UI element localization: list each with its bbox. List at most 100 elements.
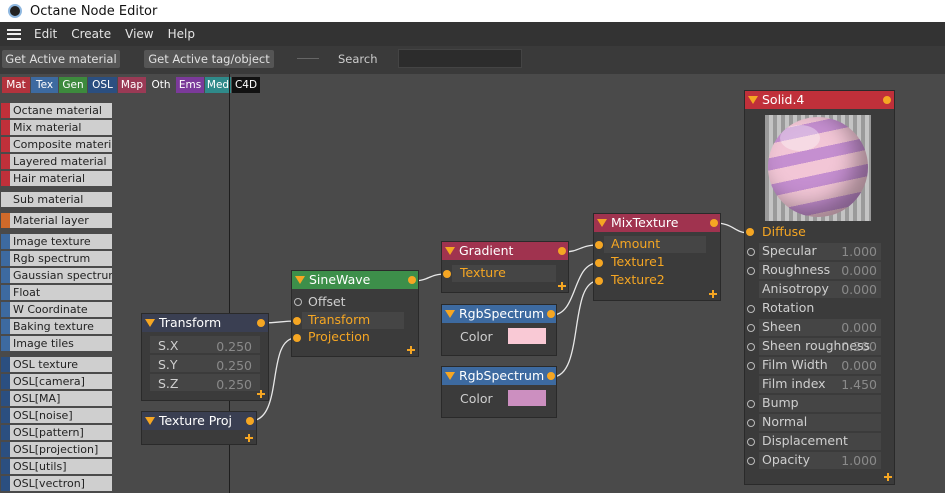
- input-port[interactable]: [747, 362, 755, 370]
- solid-material-node[interactable]: Solid.4 Diffuse Specular 1.000 Roughness…: [745, 91, 894, 484]
- input-label-texture1: Texture1: [611, 254, 665, 269]
- input-label-amount: Amount: [611, 236, 661, 251]
- param-value[interactable]: 1.000: [825, 244, 877, 259]
- output-port[interactable]: [710, 219, 718, 227]
- input-label-texture: Texture: [460, 265, 506, 280]
- node-header[interactable]: RgbSpectrum: [442, 305, 556, 323]
- resize-grip-icon[interactable]: [257, 390, 265, 398]
- rgb-spectrum-node-2[interactable]: RgbSpectrum Color: [442, 367, 556, 417]
- param-value[interactable]: 1.450: [825, 377, 877, 392]
- input-port[interactable]: [293, 317, 301, 325]
- collapse-triangle-icon[interactable]: [445, 309, 455, 318]
- param-value[interactable]: 0.250: [202, 377, 252, 392]
- param-value[interactable]: 1.000: [825, 453, 877, 468]
- param-label-sheen-roughness: Sheen roughness: [762, 338, 871, 353]
- collapse-triangle-icon[interactable]: [445, 246, 455, 255]
- output-port[interactable]: [246, 417, 254, 425]
- output-port[interactable]: [558, 247, 566, 255]
- output-port[interactable]: [547, 310, 555, 318]
- param-value[interactable]: 0.000: [825, 320, 877, 335]
- input-port[interactable]: [293, 334, 301, 342]
- param-label-rotation: Rotation: [762, 300, 815, 315]
- node-header[interactable]: Solid.4: [745, 91, 894, 109]
- param-label: S.Z: [158, 376, 179, 391]
- node-header[interactable]: MixTexture: [594, 214, 720, 232]
- input-port[interactable]: [443, 270, 451, 278]
- sphere-highlight: [780, 125, 820, 151]
- node-title: Solid.4: [762, 92, 805, 107]
- node-header[interactable]: RgbSpectrum: [442, 367, 556, 385]
- param-label-sheen: Sheen: [762, 319, 802, 334]
- node-title: Gradient: [459, 243, 514, 258]
- node-header[interactable]: SineWave: [292, 271, 418, 289]
- output-port[interactable]: [883, 96, 891, 104]
- color-label: Color: [460, 329, 493, 344]
- mixtexture-node[interactable]: MixTexture Amount Texture1 Texture2: [594, 214, 720, 300]
- param-value[interactable]: 0.000: [825, 263, 877, 278]
- output-port[interactable]: [257, 319, 265, 327]
- input-port[interactable]: [747, 400, 755, 408]
- rgb-spectrum-node-1[interactable]: RgbSpectrum Color: [442, 305, 556, 355]
- resize-grip-icon[interactable]: [558, 282, 566, 290]
- input-label-offset: Offset: [308, 294, 346, 309]
- input-port[interactable]: [747, 419, 755, 427]
- param-value[interactable]: 0.000: [825, 358, 877, 373]
- input-port[interactable]: [595, 259, 603, 267]
- collapse-triangle-icon[interactable]: [748, 95, 758, 104]
- output-port[interactable]: [547, 372, 555, 380]
- collapse-triangle-icon[interactable]: [597, 218, 607, 227]
- output-port[interactable]: [408, 276, 416, 284]
- node-header[interactable]: Gradient: [442, 242, 568, 260]
- param-label-bump: Bump: [762, 395, 799, 410]
- collapse-triangle-icon[interactable]: [445, 371, 455, 380]
- node-title: RgbSpectrum: [459, 306, 545, 321]
- color-swatch[interactable]: [508, 390, 546, 406]
- param-value[interactable]: 0.000: [825, 282, 877, 297]
- input-port[interactable]: [747, 343, 755, 351]
- input-port[interactable]: [747, 305, 755, 313]
- param-value[interactable]: 0.250: [202, 339, 252, 354]
- node-header[interactable]: Texture Proj: [142, 412, 256, 430]
- resize-grip-icon[interactable]: [709, 290, 717, 298]
- input-port[interactable]: [747, 438, 755, 446]
- input-port[interactable]: [747, 267, 755, 275]
- color-swatch[interactable]: [508, 328, 546, 344]
- collapse-triangle-icon[interactable]: [145, 318, 155, 327]
- resize-grip-icon[interactable]: [245, 434, 253, 442]
- texture-proj-node[interactable]: Texture Proj: [142, 412, 256, 444]
- param-label-anisotropy: Anisotropy: [762, 281, 829, 296]
- sinewave-node[interactable]: SineWave Offset Transform Projection: [292, 271, 418, 356]
- transform-node[interactable]: Transform S.X 0.250 S.Y 0.250 S.Z 0.250: [142, 314, 268, 400]
- node-title: MixTexture: [611, 215, 679, 230]
- gradient-node[interactable]: Gradient Texture: [442, 242, 568, 292]
- input-port[interactable]: [746, 228, 754, 236]
- node-header[interactable]: Transform: [142, 314, 268, 332]
- wire-rgb2-to-mix: [551, 280, 599, 378]
- input-label-projection: Projection: [308, 329, 370, 344]
- node-title: SineWave: [309, 272, 371, 287]
- input-port[interactable]: [595, 241, 603, 249]
- param-label: S.Y: [158, 357, 178, 372]
- resize-grip-icon[interactable]: [884, 473, 892, 481]
- input-port[interactable]: [747, 457, 755, 465]
- param-label-opacity: Opacity: [762, 452, 811, 467]
- node-title: RgbSpectrum: [459, 368, 545, 383]
- param-label-specular: Specular: [762, 243, 817, 258]
- collapse-triangle-icon[interactable]: [295, 275, 305, 284]
- param-label-roughness: Roughness: [762, 262, 831, 277]
- input-port[interactable]: [294, 298, 302, 306]
- resize-grip-icon[interactable]: [407, 346, 415, 354]
- input-port[interactable]: [747, 324, 755, 332]
- input-port[interactable]: [595, 277, 603, 285]
- input-port[interactable]: [747, 248, 755, 256]
- preview-sphere: [768, 117, 868, 217]
- param-label-normal: Normal: [762, 414, 808, 429]
- collapse-triangle-icon[interactable]: [145, 416, 155, 425]
- color-label: Color: [460, 391, 493, 406]
- wire-gradient-to-mix: [562, 244, 599, 253]
- param-value[interactable]: 0.250: [202, 358, 252, 373]
- param-label-film-index: Film index: [762, 376, 826, 391]
- param-label-displacement: Displacement: [762, 433, 848, 448]
- input-label-transform: Transform: [308, 312, 371, 327]
- node-title: Transform: [159, 315, 222, 330]
